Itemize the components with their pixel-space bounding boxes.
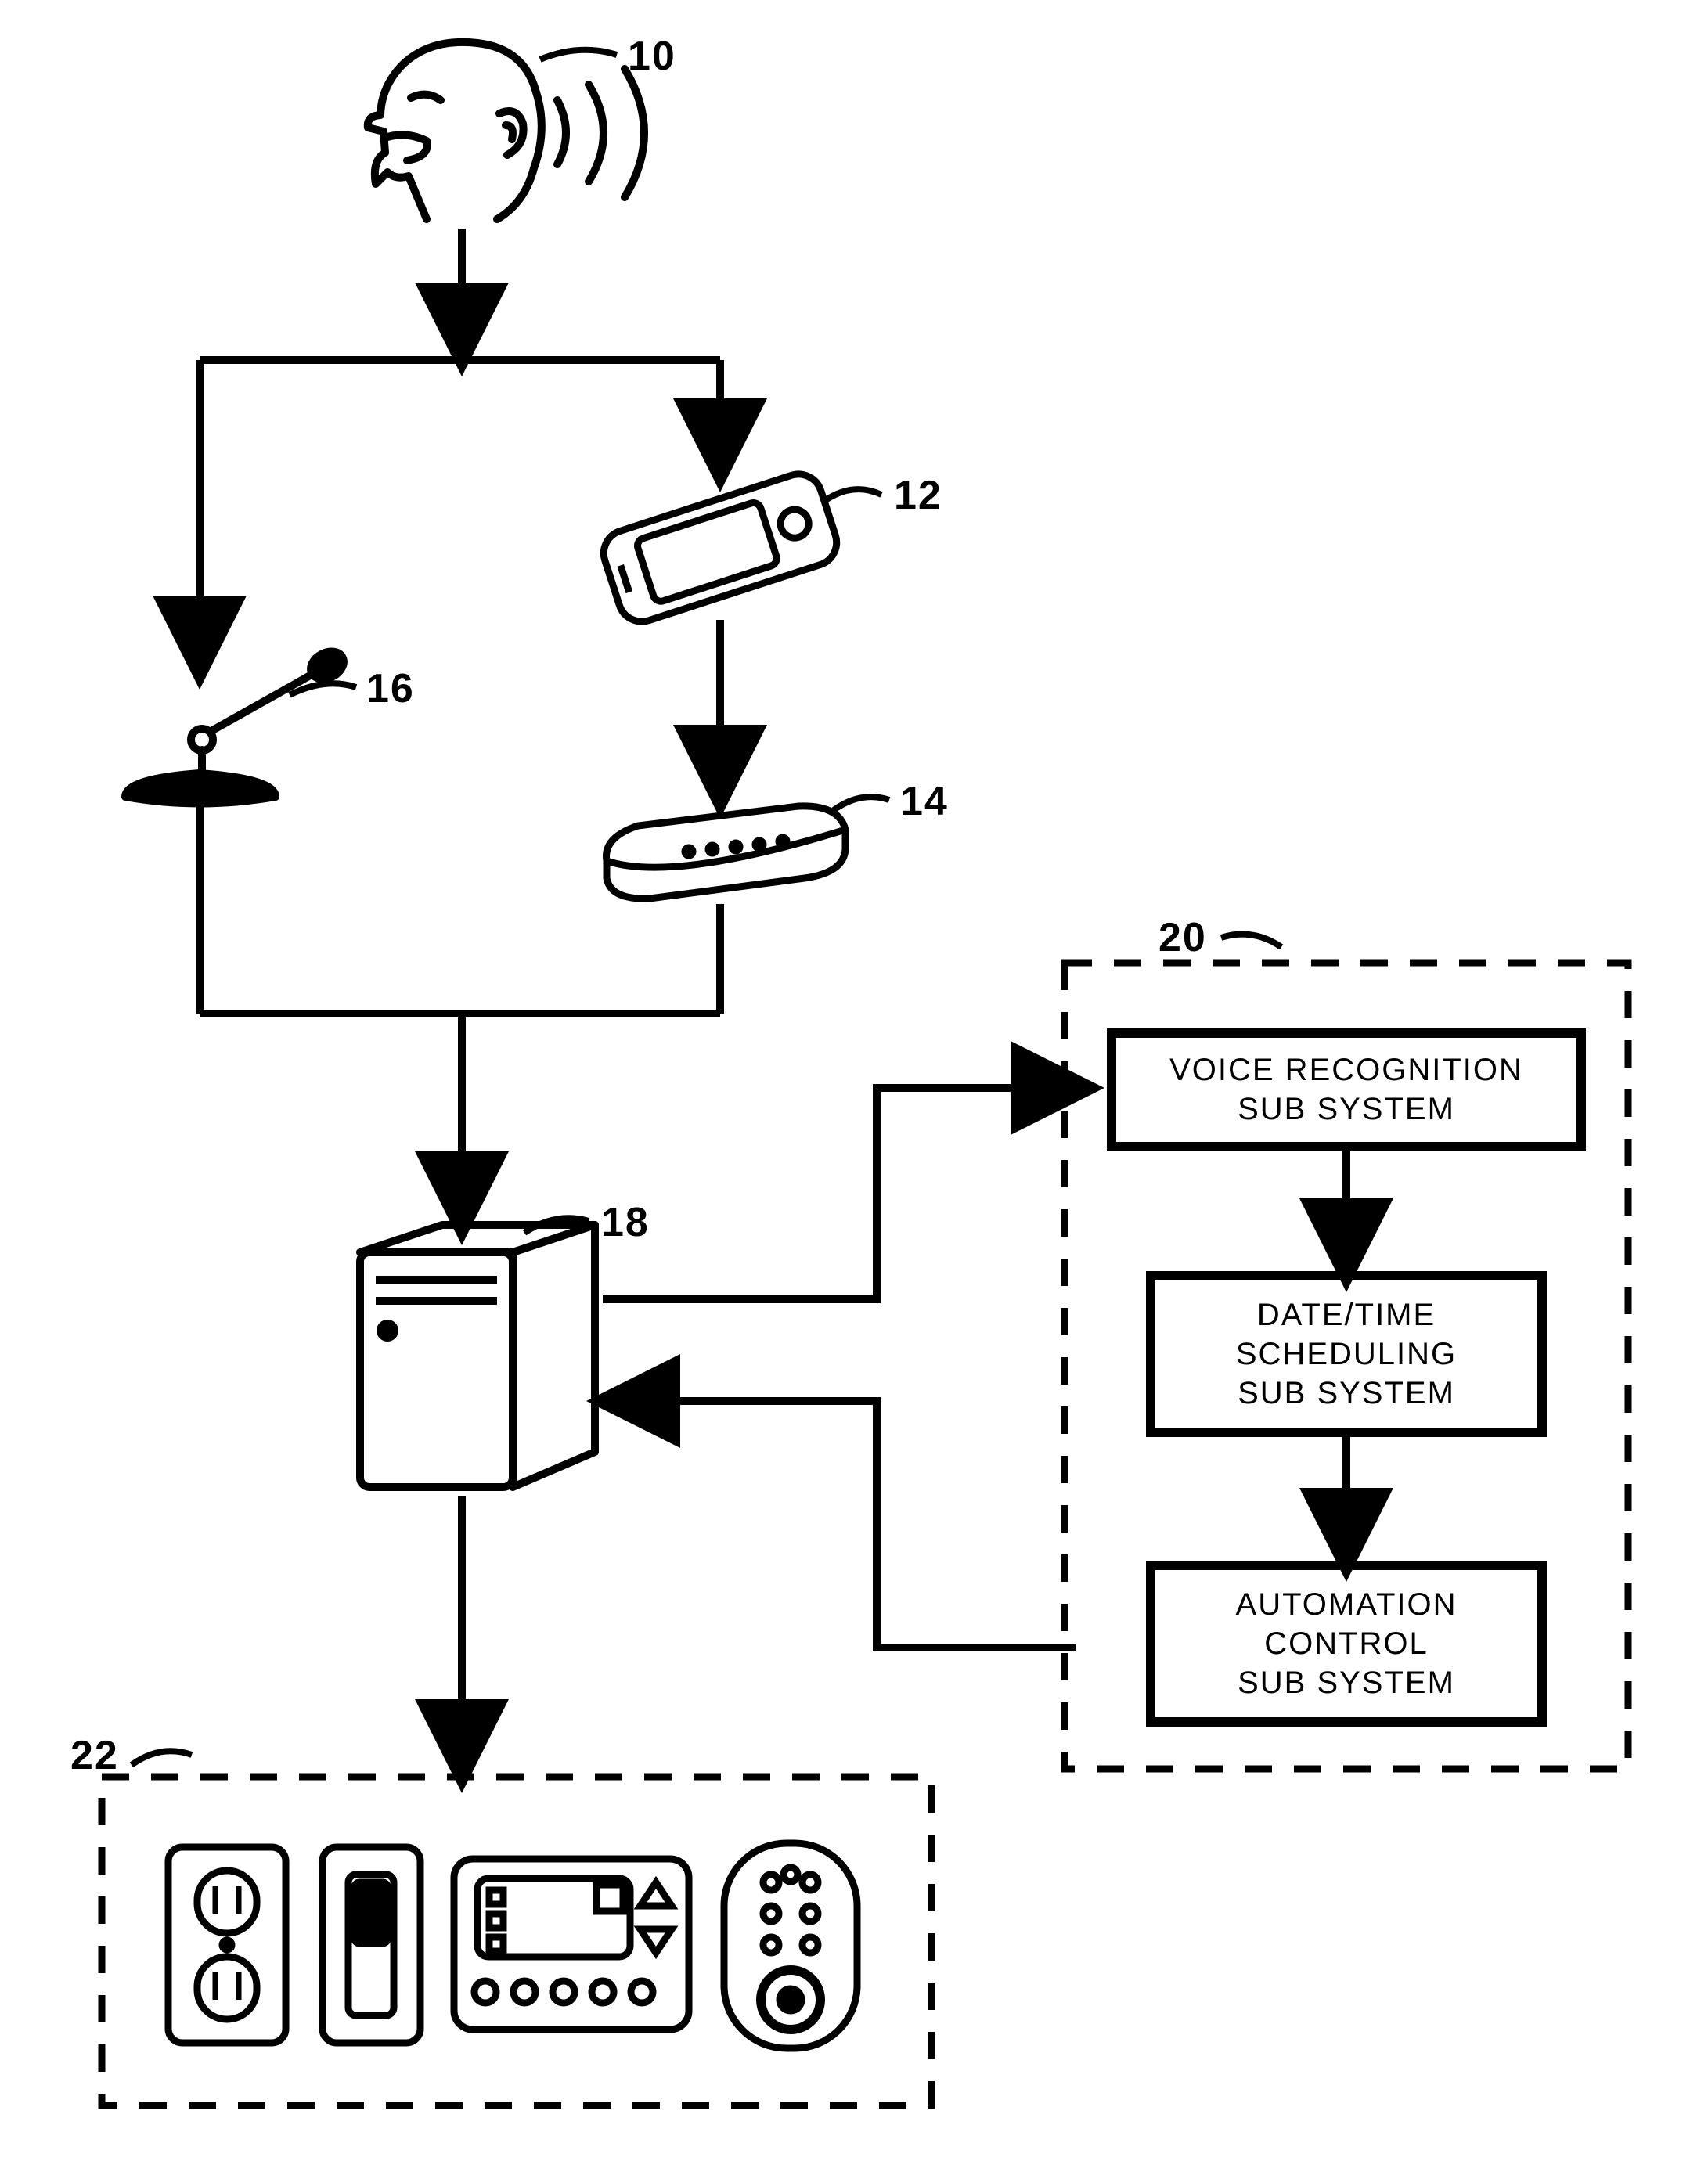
lock-icon [724, 1843, 857, 2048]
voice-recognition-caption: VOICE RECOGNITION SUB SYSTEM [1112, 1050, 1581, 1129]
label-microphone: 16 [366, 665, 415, 712]
label-devices: 22 [70, 1732, 119, 1779]
label-server: 18 [601, 1199, 650, 1246]
thermostat-icon [454, 1859, 689, 2030]
phone-icon [598, 468, 843, 628]
speaker-icon [368, 42, 644, 219]
outlet-icon [168, 1847, 286, 2043]
label-speaker: 10 [628, 33, 676, 80]
switch-icon [323, 1847, 420, 2043]
label-router: 14 [900, 778, 949, 825]
server-icon [360, 1225, 595, 1487]
automation-caption: AUTOMATION CONTROL SUB SYSTEM [1151, 1585, 1542, 1702]
scheduling-caption: DATE/TIME SCHEDULING SUB SYSTEM [1151, 1295, 1542, 1413]
label-software: 20 [1158, 914, 1207, 961]
label-phone: 12 [894, 472, 942, 519]
router-icon [607, 806, 846, 899]
microphone-icon [125, 646, 348, 804]
